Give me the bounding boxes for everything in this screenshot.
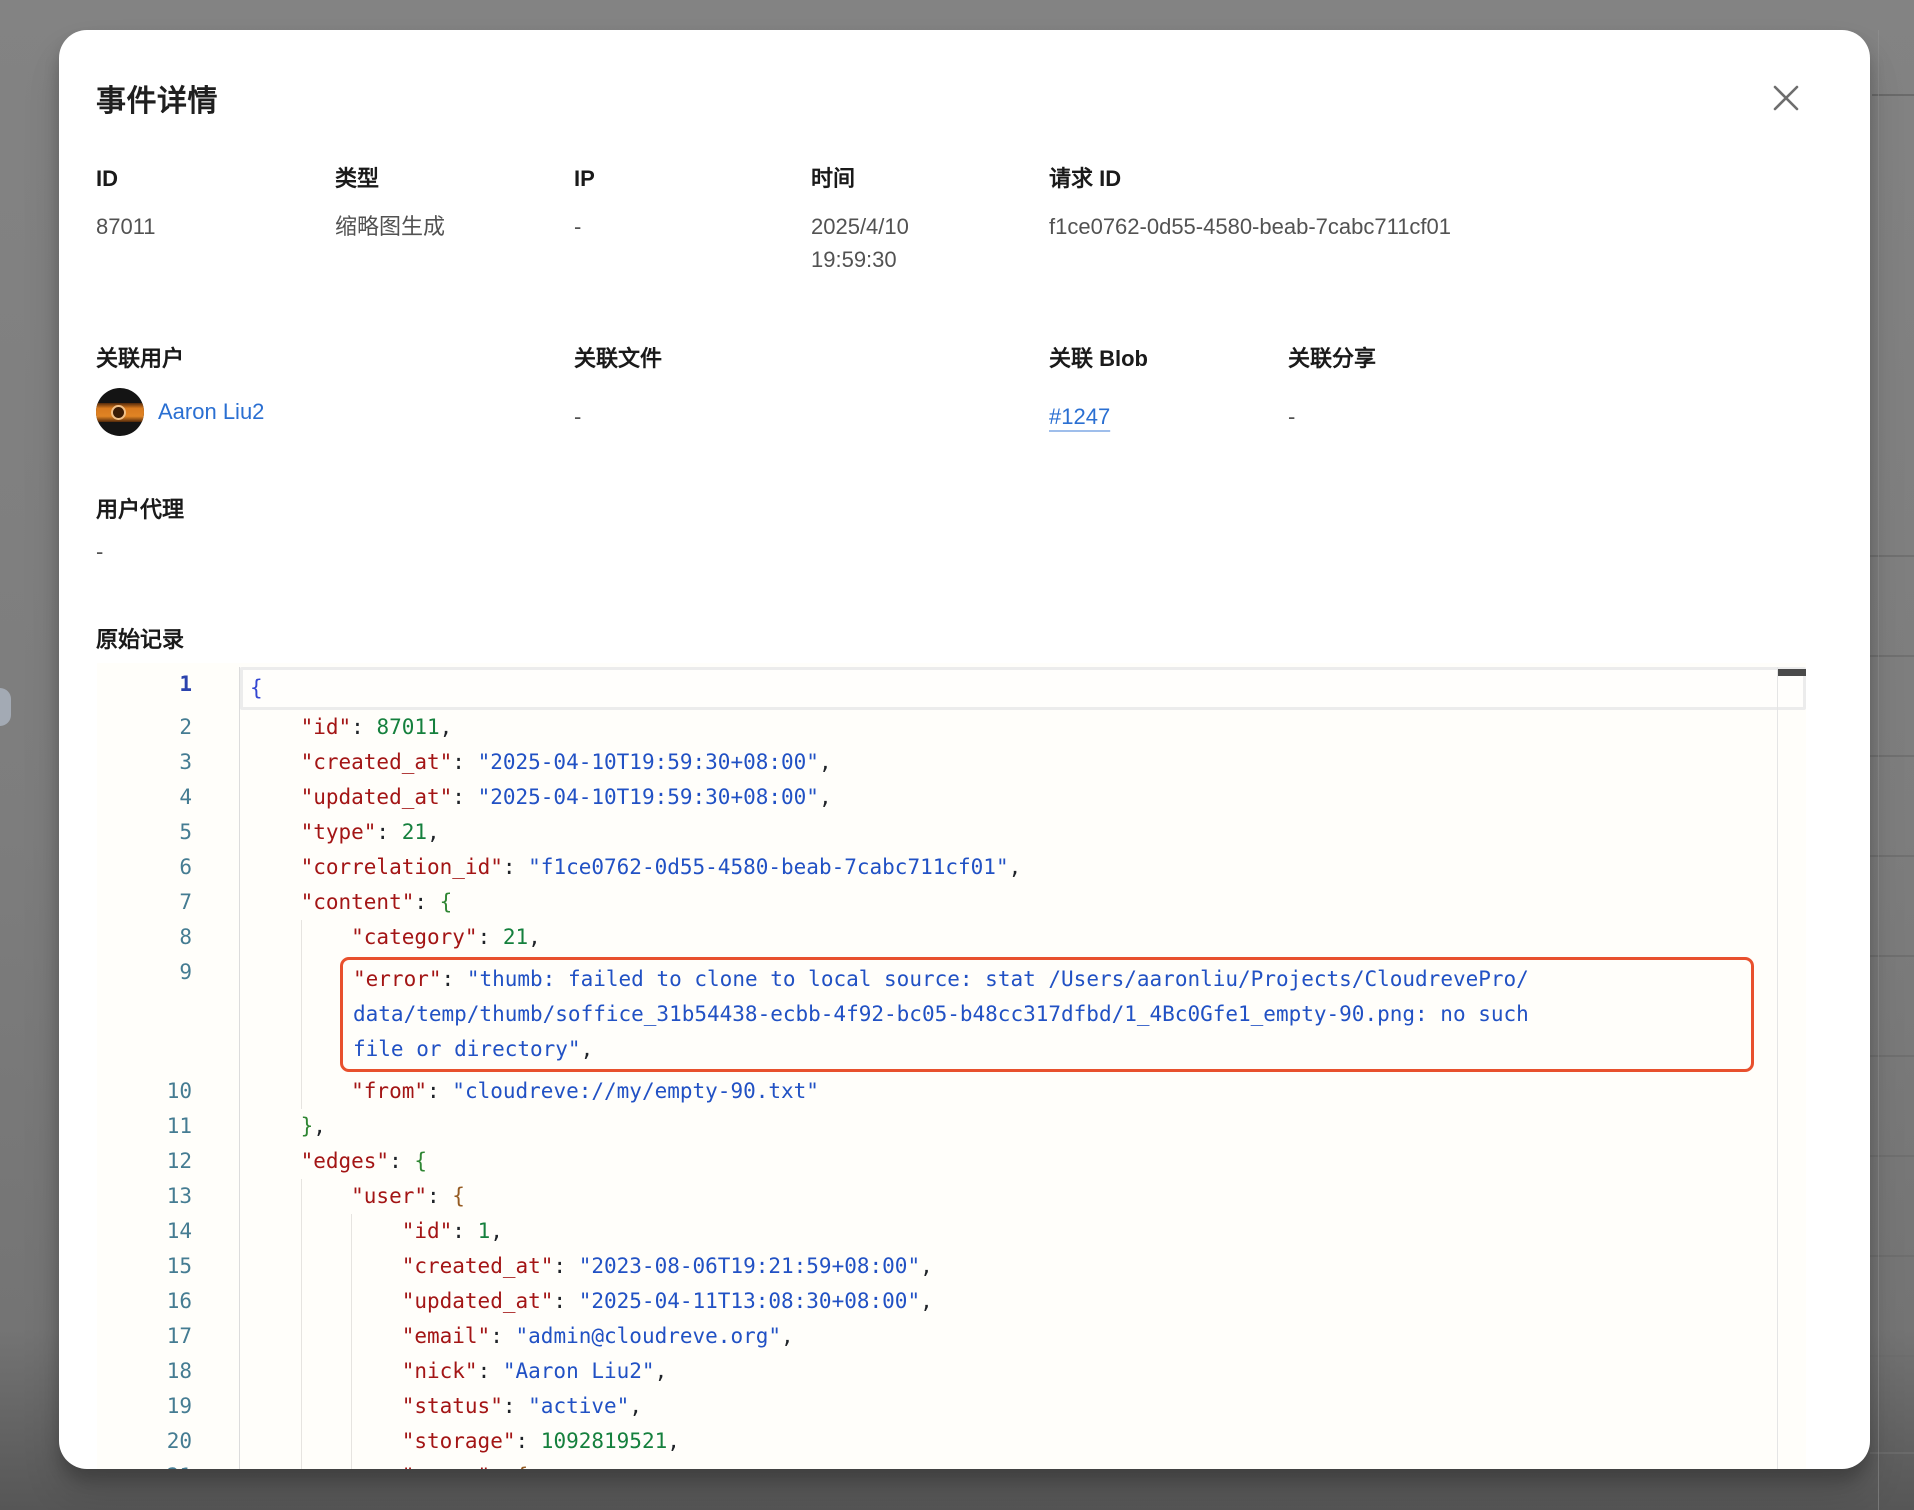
code-line: 12"edges": { [97, 1144, 1806, 1179]
field-request-id-value: f1ce0762-0d55-4580-beab-7cabc711cf01 [1049, 210, 1451, 243]
field-time-label: 时间 [811, 166, 961, 192]
code-line: 17"email": "admin@cloudreve.org", [97, 1319, 1806, 1354]
field-linked-blob: 关联 Blob #1247 [1049, 346, 1148, 433]
user-avatar[interactable] [96, 388, 144, 436]
field-id-value: 87011 [96, 210, 156, 243]
line-number: 21 [97, 1459, 192, 1469]
line-number: 15 [97, 1249, 192, 1284]
code-line: 20"storage": 1092819521, [97, 1424, 1806, 1459]
backdrop-floating-button-remnant [0, 688, 11, 726]
line-number: 10 [97, 1074, 192, 1109]
line-number: 4 [97, 780, 192, 815]
field-linked-file-value: - [574, 400, 662, 433]
linked-user-link[interactable]: Aaron Liu2 [158, 399, 264, 425]
line-number: 8 [97, 920, 192, 955]
field-time-value: 2025/4/10 19:59:30 [811, 210, 961, 276]
field-linked-file-label: 关联文件 [574, 346, 662, 372]
line-number: 6 [97, 850, 192, 885]
error-highlight-box: "error": "thumb: failed to clone to loca… [340, 957, 1754, 1072]
line-number: 12 [97, 1144, 192, 1179]
raw-record-editor[interactable]: 1{2"id": 87011,3"created_at": "2025-04-1… [97, 663, 1806, 1469]
scrollbar-thumb[interactable] [1778, 669, 1806, 676]
field-ip-value: - [574, 210, 595, 243]
field-linked-share-label: 关联分享 [1288, 346, 1376, 372]
line-number: 16 [97, 1284, 192, 1319]
raw-record-label: 原始记录 [96, 627, 184, 653]
line-number: 19 [97, 1389, 192, 1424]
code-line: 4"updated_at": "2025-04-10T19:59:30+08:0… [97, 780, 1806, 815]
line-number: 14 [97, 1214, 192, 1249]
field-time: 时间 2025/4/10 19:59:30 [811, 166, 961, 276]
field-linked-share: 关联分享 - [1288, 346, 1376, 433]
code-line: 7"content": { [97, 885, 1806, 920]
code-line: 5"type": 21, [97, 815, 1806, 850]
close-icon [1769, 81, 1803, 115]
field-type: 类型 缩略图生成 [335, 166, 445, 243]
line-number: 1 [97, 667, 192, 702]
code-line: 11}, [97, 1109, 1806, 1144]
code-line: 9 "error": "thumb: failed to clone to loc… [97, 955, 1806, 1074]
code-line: 14"id": 1, [97, 1214, 1806, 1249]
close-button[interactable] [1762, 74, 1810, 122]
code-line: 16"updated_at": "2025-04-11T13:08:30+08:… [97, 1284, 1806, 1319]
field-ip: IP - [574, 166, 595, 243]
linked-blob-link[interactable]: #1247 [1049, 404, 1110, 429]
code-line: 21"group": { [97, 1459, 1806, 1469]
code-line: 19"status": "active", [97, 1389, 1806, 1424]
code-line: 10"from": "cloudreve://my/empty-90.txt" [97, 1074, 1806, 1109]
line-number: 3 [97, 745, 192, 780]
field-linked-share-value: - [1288, 400, 1376, 433]
event-details-dialog: 事件详情 ID 87011 类型 缩略图生成 IP - 时间 2025/4/10… [59, 30, 1870, 1469]
code-line: 8"category": 21, [97, 920, 1806, 955]
code-line: 3"created_at": "2025-04-10T19:59:30+08:0… [97, 745, 1806, 780]
field-linked-user: 关联用户 Aaron Liu2 [96, 346, 264, 436]
field-request-id: 请求 ID f1ce0762-0d55-4580-beab-7cabc711cf… [1049, 166, 1451, 243]
line-number: 9 [97, 955, 192, 990]
code-editor-lines: 1{2"id": 87011,3"created_at": "2025-04-1… [97, 667, 1806, 1469]
code-line: 13"user": { [97, 1179, 1806, 1214]
field-request-id-label: 请求 ID [1049, 166, 1451, 192]
line-number: 11 [97, 1109, 192, 1144]
field-id: ID 87011 [96, 166, 156, 243]
field-linked-user-label: 关联用户 [96, 346, 264, 372]
code-line: 2"id": 87011, [97, 710, 1806, 745]
line-number: 13 [97, 1179, 192, 1214]
field-linked-blob-label: 关联 Blob [1049, 346, 1148, 372]
scrollbar-track [1777, 667, 1778, 1469]
line-number: 2 [97, 710, 192, 745]
line-number: 5 [97, 815, 192, 850]
backdrop-page-remnant [1870, 0, 1914, 1510]
line-number: 18 [97, 1354, 192, 1389]
user-agent-value: - [96, 535, 103, 568]
code-line: 1{ [97, 667, 1806, 710]
page-background: { "dialog": { "title": "事件详情" }, "fields… [0, 0, 1914, 1510]
field-id-label: ID [96, 166, 156, 192]
user-agent-label: 用户代理 [96, 497, 184, 523]
code-line: 18"nick": "Aaron Liu2", [97, 1354, 1806, 1389]
avatar-emblem-icon [111, 405, 126, 420]
field-ip-label: IP [574, 166, 595, 192]
code-line: 6"correlation_id": "f1ce0762-0d55-4580-b… [97, 850, 1806, 885]
field-type-label: 类型 [335, 166, 445, 192]
line-number: 20 [97, 1424, 192, 1459]
backdrop-page-border [1878, 30, 1879, 1510]
field-type-value: 缩略图生成 [335, 210, 445, 243]
dialog-title: 事件详情 [96, 76, 218, 120]
code-line: 15"created_at": "2023-08-06T19:21:59+08:… [97, 1249, 1806, 1284]
line-number: 17 [97, 1319, 192, 1354]
field-linked-file: 关联文件 - [574, 346, 662, 433]
line-number: 7 [97, 885, 192, 920]
